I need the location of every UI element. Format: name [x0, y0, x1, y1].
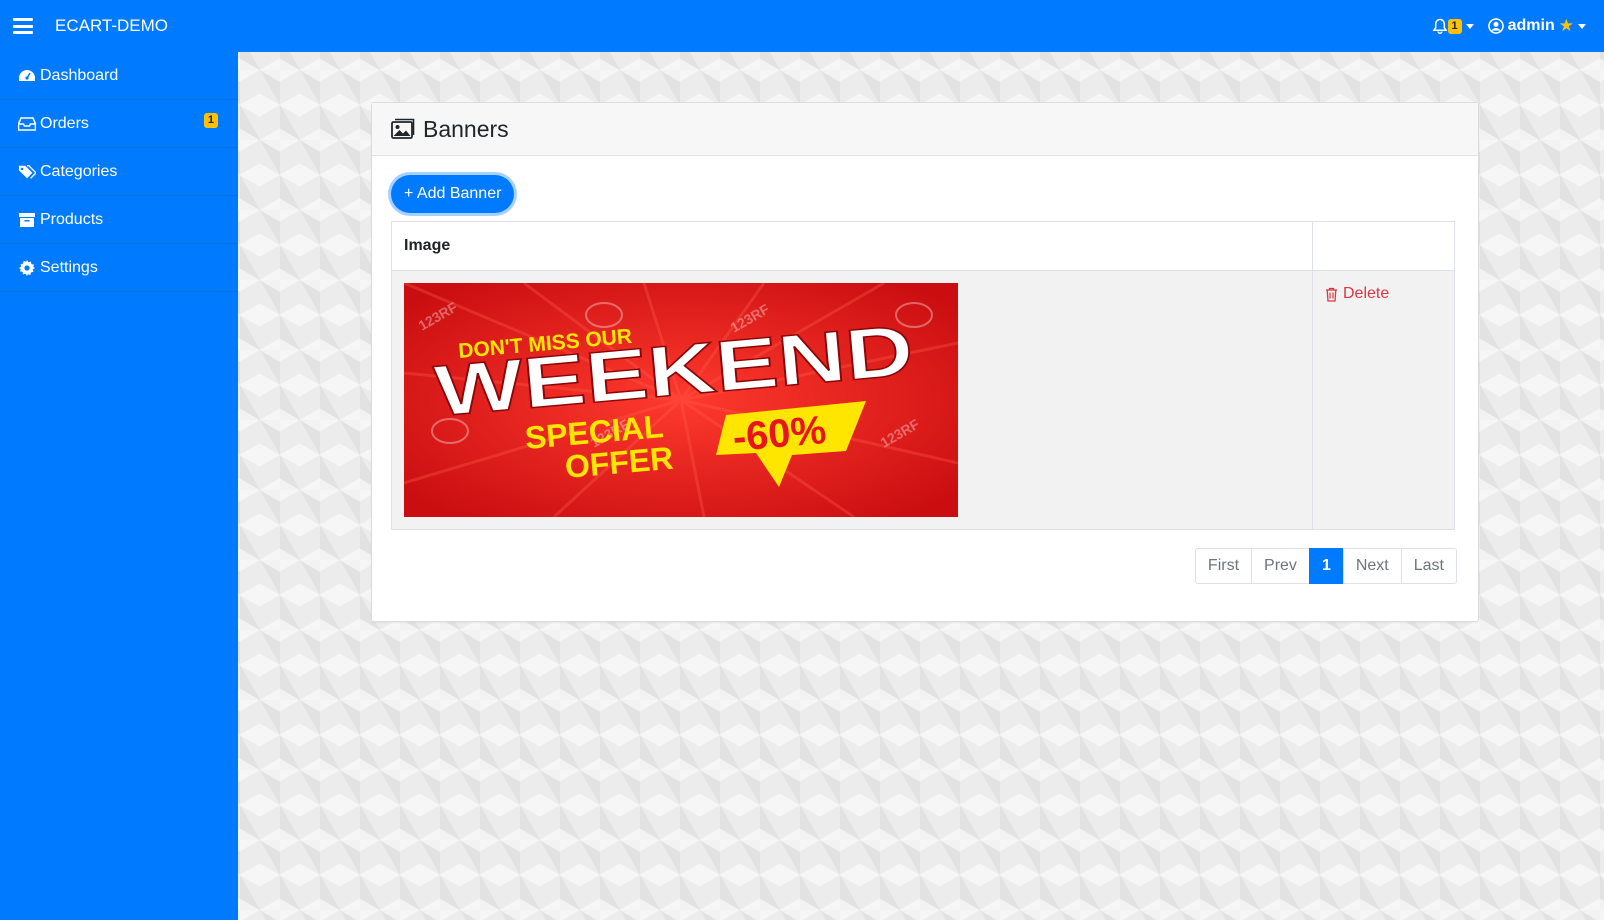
user-dropdown[interactable]: admin ★	[1487, 16, 1586, 36]
dashboard-icon	[18, 67, 36, 85]
page-prev[interactable]: Prev	[1251, 548, 1310, 584]
navbar-right: 1 admin ★	[1432, 0, 1586, 52]
archive-icon	[18, 211, 36, 229]
notification-badge: 1	[1447, 18, 1462, 34]
top-navbar: ECART-DEMO 1 admin ★	[0, 0, 1604, 52]
brand-name[interactable]: ECART-DEMO	[55, 16, 168, 36]
user-circle-icon	[1487, 18, 1504, 34]
page-first[interactable]: First	[1194, 548, 1253, 584]
bell-icon	[1432, 18, 1447, 34]
column-header-actions	[1312, 221, 1455, 271]
delete-button[interactable]: Delete	[1325, 285, 1389, 303]
sidebar-item-label: Dashboard	[40, 66, 119, 84]
sidebar: Dashboard Orders 1 Categories Products S…	[0, 52, 238, 920]
sidebar-item-label: Orders	[40, 114, 89, 132]
delete-label: Delete	[1343, 285, 1390, 302]
image-icon	[391, 118, 415, 140]
page-title: Banners	[423, 115, 509, 142]
banners-table: Image 123RF 123RF 123RF 123RF DON'T MISS…	[391, 221, 1455, 530]
sidebar-item-label: Settings	[40, 258, 98, 276]
banner-discount: -60%	[731, 408, 828, 460]
page-last[interactable]: Last	[1400, 548, 1457, 584]
orders-badge: 1	[203, 113, 218, 128]
card-header: Banners	[372, 103, 1478, 156]
sidebar-item-dashboard[interactable]: Dashboard	[0, 52, 238, 100]
sidebar-item-products[interactable]: Products	[0, 196, 238, 244]
banner-image: 123RF 123RF 123RF 123RF DON'T MISS OUR W…	[404, 283, 958, 517]
banners-card: Banners + Add Banner Image 123RF 123RF 1…	[371, 102, 1479, 622]
column-header-image: Image	[391, 221, 1313, 271]
sidebar-item-label: Categories	[40, 162, 118, 180]
table-row: 123RF 123RF 123RF 123RF DON'T MISS OUR W…	[391, 270, 1455, 530]
pagination: First Prev 1 Next Last	[1194, 548, 1457, 584]
star-icon: ★	[1558, 16, 1574, 35]
sidebar-item-categories[interactable]: Categories	[0, 148, 238, 196]
chevron-down-icon	[1578, 23, 1586, 29]
inbox-icon	[18, 115, 36, 133]
gear-icon	[18, 259, 36, 277]
actions-cell: Delete	[1312, 270, 1455, 530]
trash-icon	[1326, 287, 1337, 302]
menu-toggle-icon[interactable]	[13, 18, 33, 34]
sidebar-item-orders[interactable]: Orders 1	[0, 100, 238, 148]
page-next[interactable]: Next	[1342, 548, 1402, 584]
add-banner-button[interactable]: + Add Banner	[391, 175, 515, 213]
banner-image-cell: 123RF 123RF 123RF 123RF DON'T MISS OUR W…	[391, 270, 1313, 530]
sidebar-item-settings[interactable]: Settings	[0, 244, 238, 292]
sidebar-item-label: Products	[40, 210, 104, 228]
notifications-dropdown[interactable]: 1	[1432, 18, 1474, 35]
user-name: admin	[1507, 17, 1555, 34]
page-1[interactable]: 1	[1308, 548, 1344, 584]
table-header-row: Image	[391, 221, 1455, 271]
chevron-down-icon	[1465, 23, 1474, 29]
tags-icon	[18, 163, 36, 181]
